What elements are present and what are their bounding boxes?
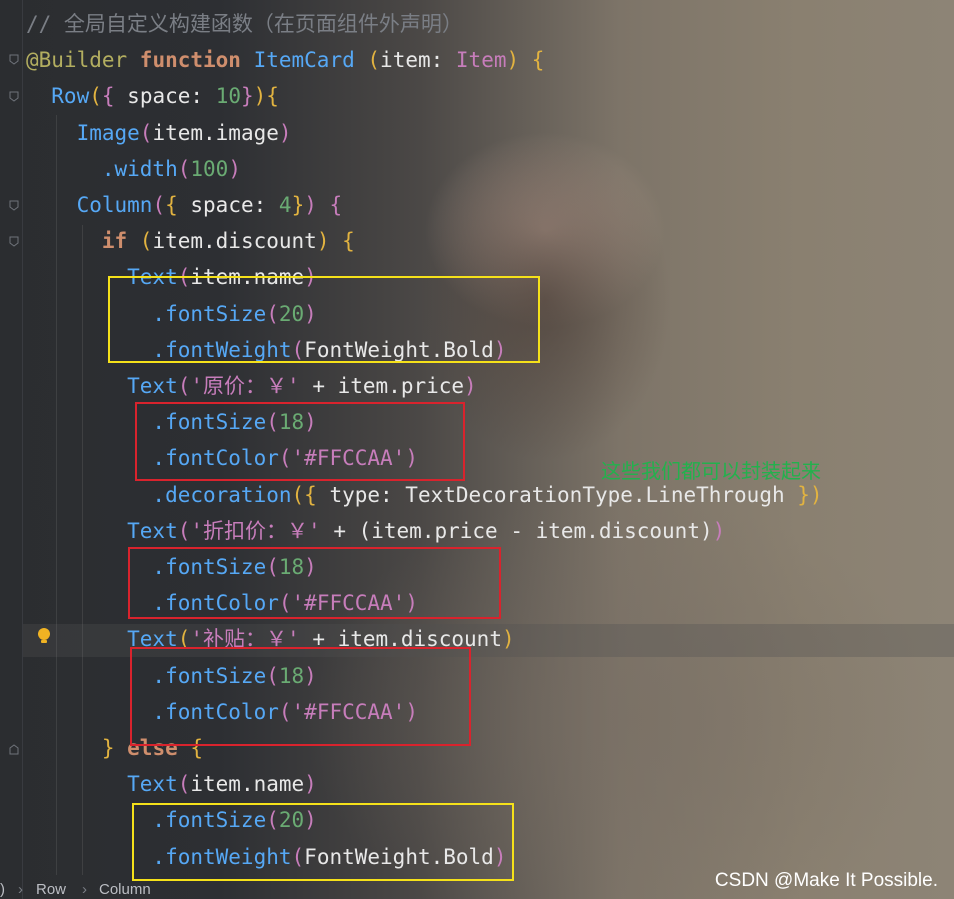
code-line[interactable]: Image(item.image) [26, 118, 292, 148]
code-token: 10 [215, 84, 241, 109]
code-token: + item.price [299, 374, 465, 398]
code-token: ) { [304, 193, 343, 217]
code-line[interactable]: // 全局自定义构建函数（在页面组件外声明） [26, 9, 463, 39]
code-token: Text [26, 374, 178, 398]
code-token: { [101, 84, 128, 109]
code-token: Text [26, 518, 178, 543]
highlight-box-red [135, 402, 465, 481]
code-token: ( [367, 48, 381, 73]
breadcrumb-item-column[interactable]: Column [99, 881, 151, 898]
code-token: } [240, 84, 254, 109]
breadcrumb-item-row[interactable]: Row [36, 881, 66, 898]
code-token: + (item.price - item.discount) [320, 518, 713, 543]
code-token: } [291, 193, 305, 217]
code-token: item.discount [152, 229, 317, 254]
code-token: 4 [278, 193, 292, 217]
code-token: .decoration [26, 482, 292, 507]
highlight-box-yellow [108, 276, 540, 363]
code-token: Column [26, 193, 153, 217]
code-token: item: [380, 48, 456, 73]
code-token: '原价：￥' [190, 374, 300, 398]
code-token: item.name [190, 772, 305, 797]
code-token: ( [139, 229, 153, 254]
code-line[interactable]: if (item.discount) { [26, 226, 355, 256]
code-token: space: [190, 193, 279, 217]
annotation-text: 这些我们都可以封装起来 [601, 459, 821, 483]
code-token: ( [139, 120, 153, 145]
code-token: ) [501, 627, 515, 652]
code-token: ){ [253, 84, 279, 109]
fold-marker-icon[interactable] [9, 744, 19, 755]
breadcrumb: ) › Row › Column [0, 881, 954, 899]
code-token: // 全局自定义构建函数（在页面组件外声明） [26, 12, 463, 36]
code-token: ({ [291, 482, 330, 507]
code-token: ) [278, 120, 292, 145]
fold-marker-icon[interactable] [9, 200, 19, 211]
code-token: ItemCard [253, 48, 368, 73]
code-line[interactable]: Text('折扣价：￥' + (item.price - item.discou… [26, 516, 725, 546]
code-token: ) { [316, 229, 355, 254]
code-token: Text [26, 772, 178, 797]
code-line[interactable]: .decoration({ type: TextDecorationType.L… [26, 480, 823, 510]
code-token: space: [127, 84, 216, 109]
code-token: item.image [152, 120, 279, 145]
code-token: ( [177, 518, 191, 543]
code-token: type: TextDecorationType.LineThrough [329, 482, 798, 507]
code-token: { [165, 193, 191, 217]
chevron-right-icon: › [82, 881, 87, 898]
code-token: Row [26, 84, 90, 109]
code-token: ) [464, 374, 477, 398]
code-token: .width [26, 156, 178, 181]
code-token: ( [177, 772, 191, 797]
code-token: } [26, 736, 128, 760]
code-token: @Builder [26, 48, 140, 73]
code-token: ) [304, 772, 317, 797]
code-token: Item [455, 48, 507, 73]
code-token: }) [797, 482, 823, 507]
code-line[interactable]: .width(100) [26, 154, 241, 184]
editor-gutter [0, 0, 23, 899]
code-token: '折扣价：￥' [190, 518, 321, 543]
code-token: 100 [190, 156, 229, 181]
code-token: ( [152, 193, 166, 217]
code-token: ) [228, 156, 241, 181]
code-line[interactable]: Text('原价：￥' + item.price) [26, 371, 477, 401]
code-token: ( [89, 84, 102, 109]
code-editor[interactable]: // 全局自定义构建函数（在页面组件外声明） @Builder function … [0, 0, 954, 899]
code-token: ( [177, 156, 191, 181]
breadcrumb-lead: ) [0, 881, 5, 898]
highlight-box-yellow [132, 803, 514, 881]
code-token: function [139, 48, 254, 73]
code-line[interactable]: Text(item.name) [26, 769, 317, 799]
code-token: ) [712, 518, 726, 543]
fold-marker-icon[interactable] [9, 236, 19, 247]
code-line[interactable]: @Builder function ItemCard (item: Item) … [26, 45, 544, 75]
code-line[interactable]: Column({ space: 4}) { [26, 190, 343, 220]
code-token: ) { [506, 48, 545, 73]
code-token: ( [177, 374, 191, 398]
code-token: if [26, 229, 140, 254]
fold-marker-icon[interactable] [9, 91, 19, 102]
chevron-right-icon: › [18, 881, 23, 898]
highlight-box-red [130, 647, 471, 746]
fold-marker-icon[interactable] [9, 54, 19, 65]
code-token: Image [26, 120, 140, 145]
highlight-box-red [128, 547, 501, 619]
code-line[interactable]: Row({ space: 10}){ [26, 81, 279, 111]
